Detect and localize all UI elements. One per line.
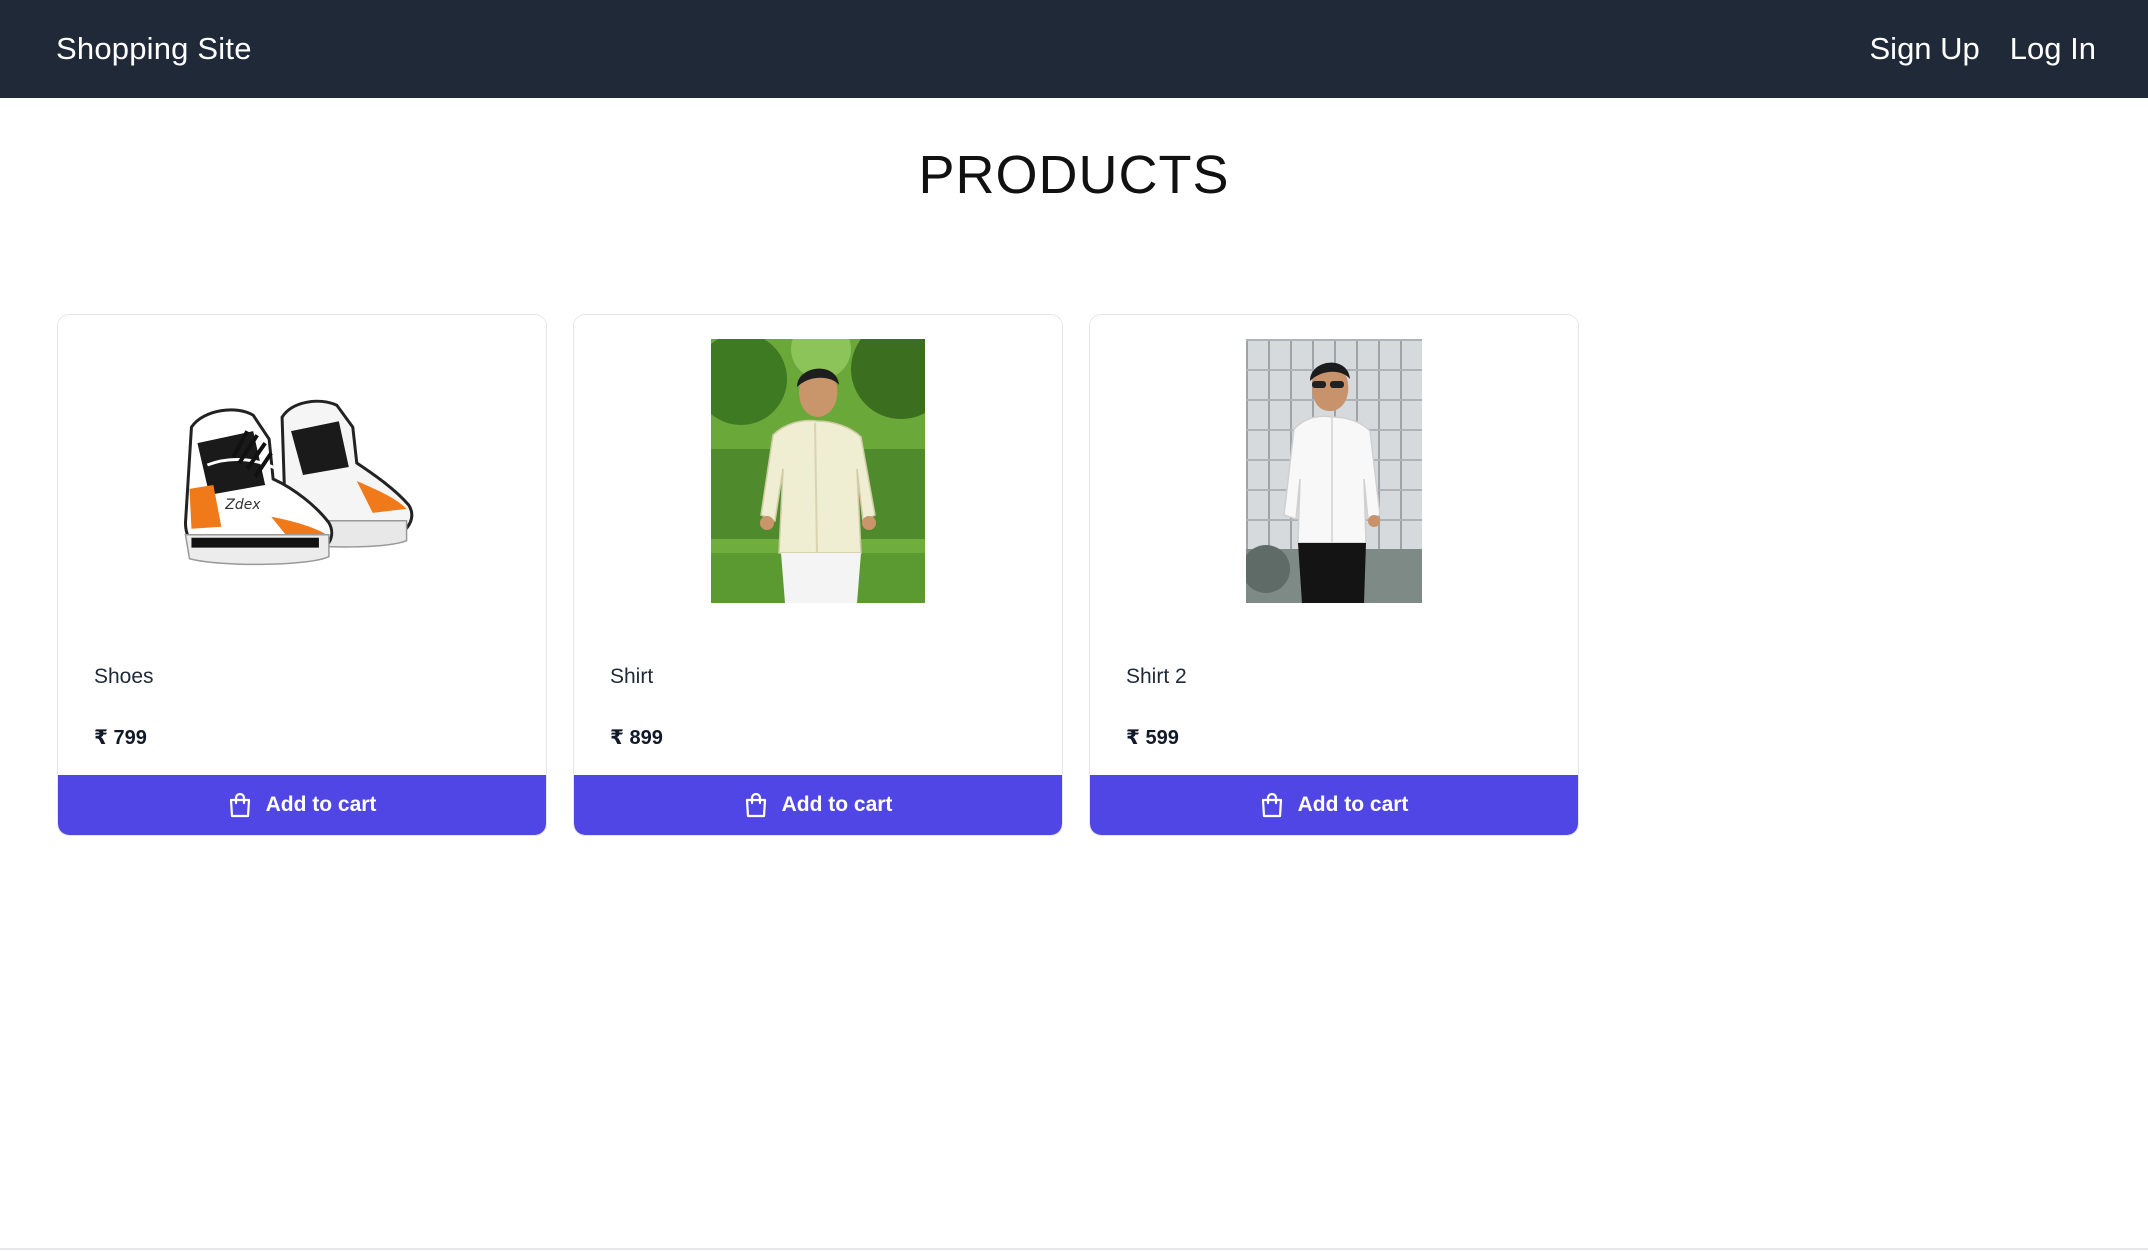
shopping-bag-icon	[1261, 792, 1282, 818]
man-in-white-shirt-image	[1246, 339, 1422, 603]
add-to-cart-button[interactable]: Add to cart	[574, 775, 1062, 835]
product-name: Shoes	[94, 665, 154, 688]
product-name: Shirt 2	[1126, 665, 1187, 688]
product-image-shirt-2	[1090, 339, 1578, 603]
product-card-shirt: Shirt ₹ 899 Add to cart	[573, 314, 1063, 836]
svg-text:Zdex: Zdex	[224, 497, 261, 513]
log-in-link[interactable]: Log In	[2010, 31, 2096, 67]
man-in-cream-shirt-image	[711, 339, 925, 603]
page-title: PRODUCTS	[918, 145, 1230, 205]
product-name: Shirt	[610, 665, 654, 688]
product-price: ₹ 599	[1126, 727, 1179, 749]
add-to-cart-button[interactable]: Add to cart	[58, 775, 546, 835]
add-to-cart-label: Add to cart	[781, 793, 893, 816]
product-image-shirt	[574, 339, 1062, 603]
add-to-cart-button[interactable]: Add to cart	[1090, 775, 1578, 835]
shopping-bag-icon	[229, 792, 250, 818]
product-grid: Zdex Shoes ₹ 799 Add to cart Shirt ₹ 899…	[57, 314, 1579, 836]
product-card-shirt-2: Shirt 2 ₹ 599 Add to cart	[1089, 314, 1579, 836]
sign-up-link[interactable]: Sign Up	[1870, 31, 1980, 67]
brand-link[interactable]: Shopping Site	[56, 31, 252, 67]
add-to-cart-label: Add to cart	[1297, 793, 1409, 816]
product-price: ₹ 799	[94, 727, 147, 749]
top-navbar: Shopping Site Sign Up Log In	[0, 0, 2148, 98]
add-to-cart-label: Add to cart	[265, 793, 377, 816]
product-image-shoes: Zdex	[58, 339, 546, 603]
page-bottom-border	[0, 1248, 2148, 1250]
product-card-shoes: Zdex Shoes ₹ 799 Add to cart	[57, 314, 547, 836]
product-price: ₹ 899	[610, 727, 663, 749]
sneakers-image: Zdex	[183, 399, 414, 566]
nav-links: Sign Up Log In	[1870, 31, 2097, 67]
shopping-bag-icon	[745, 792, 766, 818]
